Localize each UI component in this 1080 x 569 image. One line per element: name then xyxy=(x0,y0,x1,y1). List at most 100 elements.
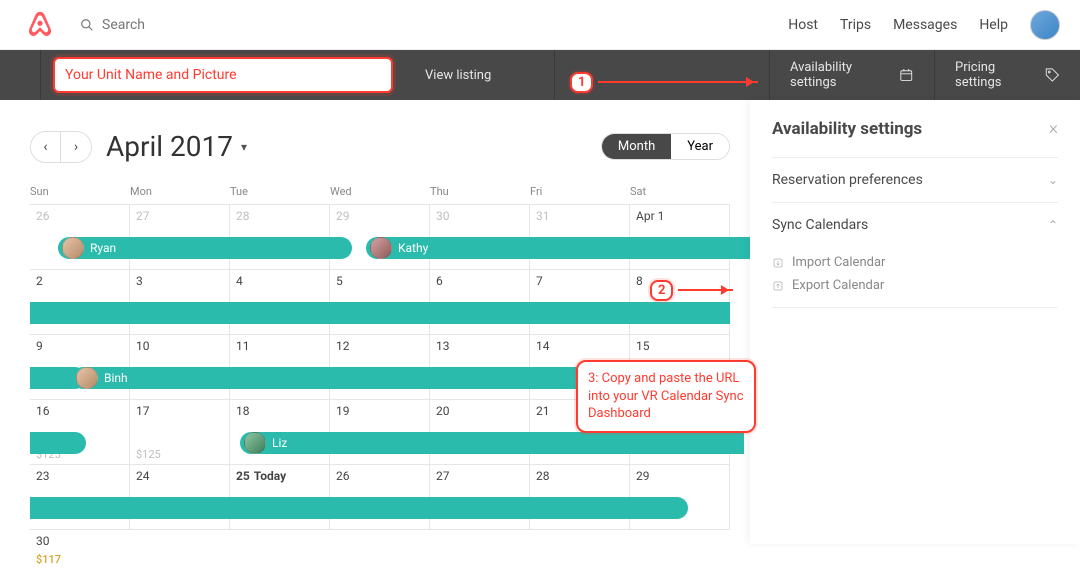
panel-header: Availability settings × xyxy=(772,118,1058,139)
calendar-day[interactable]: 17 $125 xyxy=(130,400,230,464)
reservation-bar[interactable]: Ryan xyxy=(58,237,352,259)
day-number: 4 xyxy=(236,274,243,288)
chevron-up-icon: ⌃ xyxy=(1048,218,1058,232)
toggle-month[interactable]: Month xyxy=(602,134,671,159)
next-month-button[interactable]: › xyxy=(61,132,91,162)
view-listing-label: View listing xyxy=(425,68,491,83)
availability-panel: Availability settings × Reservation pref… xyxy=(750,100,1080,544)
day-number: 16 xyxy=(36,404,50,418)
search-icon xyxy=(80,18,94,32)
day-number: 26 xyxy=(336,469,350,483)
calendar-view: ‹ › April 2017 ▾ Month Year SunMonTueWed… xyxy=(30,130,730,569)
annotation-arrow-2 xyxy=(678,289,733,291)
calendar-week: 30$117 xyxy=(30,529,730,569)
prev-month-button[interactable]: ‹ xyxy=(31,132,61,162)
guest-name: Ryan xyxy=(90,241,116,255)
day-number: 11 xyxy=(236,339,250,353)
day-number: Apr 1 xyxy=(636,209,664,223)
reservation-bar[interactable]: Liz xyxy=(240,432,744,454)
day-price: $117 xyxy=(36,553,61,566)
day-number: 31 xyxy=(536,209,550,223)
day-number: 28 xyxy=(536,469,550,483)
availability-settings-button[interactable]: Availability settings xyxy=(770,50,935,100)
day-number: 30 xyxy=(436,209,450,223)
guest-avatar xyxy=(76,367,98,389)
day-number: 25 xyxy=(236,469,286,483)
sync-calendar-items: Import Calendar Export Calendar xyxy=(772,247,1058,307)
calendar-week: 23242526272829 xyxy=(30,464,730,529)
dow-label: Tue xyxy=(230,185,330,198)
day-number: 10 xyxy=(136,339,150,353)
panel-title: Availability settings xyxy=(772,119,922,139)
nav-trips[interactable]: Trips xyxy=(840,17,871,33)
menu-button[interactable] xyxy=(0,50,41,100)
guest-name: Liz xyxy=(272,436,287,450)
day-number: 6 xyxy=(436,274,443,288)
day-number: 2 xyxy=(36,274,43,288)
guest-name: Binh xyxy=(104,371,128,385)
sync-calendars-label: Sync Calendars xyxy=(772,217,868,233)
dow-label: Wed xyxy=(330,185,430,198)
reservation-bar[interactable] xyxy=(30,302,730,324)
annotation-badge-1: 1 xyxy=(570,72,593,93)
import-calendar-button[interactable]: Import Calendar xyxy=(772,251,1058,274)
day-number: 5 xyxy=(336,274,343,288)
unit-name-placeholder: Your Unit Name and Picture xyxy=(65,67,237,83)
global-header: Search Host Trips Messages Help xyxy=(0,0,1080,50)
annotation-badge-2: 2 xyxy=(650,280,673,301)
day-number: 27 xyxy=(436,469,450,483)
day-number: 8 xyxy=(636,274,643,288)
profile-avatar[interactable] xyxy=(1030,10,1060,40)
pricing-settings-button[interactable]: Pricing settings xyxy=(935,50,1080,100)
reservation-bar[interactable] xyxy=(30,497,688,519)
export-calendar-label: Export Calendar xyxy=(792,278,884,293)
day-number: 29 xyxy=(636,469,650,483)
view-listing-button[interactable]: View listing xyxy=(405,50,555,100)
dow-label: Fri xyxy=(530,185,630,198)
reservation-bar[interactable] xyxy=(30,432,86,454)
nav-host[interactable]: Host xyxy=(788,17,818,33)
listing-toolbar: Your Unit Name and Picture View listing … xyxy=(0,50,1080,100)
availability-label: Availability settings xyxy=(790,60,891,90)
reservation-preferences-label: Reservation preferences xyxy=(772,172,923,188)
sync-calendars-row[interactable]: Sync Calendars ⌃ xyxy=(772,202,1058,247)
view-toggle: Month Year xyxy=(601,133,730,160)
day-number: 9 xyxy=(36,339,43,353)
airbnb-logo[interactable] xyxy=(20,11,60,39)
reservation-preferences-row[interactable]: Reservation preferences ⌄ xyxy=(772,157,1058,202)
nav-messages[interactable]: Messages xyxy=(893,17,957,33)
day-number: 21 xyxy=(536,404,550,418)
nav-help[interactable]: Help xyxy=(979,17,1008,33)
search-input[interactable]: Search xyxy=(80,17,145,33)
dow-label: Thu xyxy=(430,185,530,198)
toggle-year[interactable]: Year xyxy=(671,134,729,159)
annotation-box-3: 3: Copy and paste the URL into your VR C… xyxy=(576,360,756,433)
day-price: $125 xyxy=(136,448,161,461)
guest-name: Kathy xyxy=(398,241,428,255)
month-label: April 2017 xyxy=(106,130,233,163)
guest-avatar xyxy=(370,237,392,259)
day-number: 20 xyxy=(436,404,450,418)
calendar-icon xyxy=(899,67,914,83)
day-number: 17 xyxy=(136,404,150,418)
day-number: 12 xyxy=(336,339,350,353)
guest-avatar xyxy=(62,237,84,259)
day-number: 29 xyxy=(336,209,350,223)
month-picker[interactable]: April 2017 ▾ xyxy=(106,130,247,163)
day-number: 23 xyxy=(36,469,50,483)
guest-avatar xyxy=(244,432,266,454)
calendar-week: 262728293031Apr 1RyanKathy xyxy=(30,204,730,269)
day-number: 13 xyxy=(436,339,450,353)
reservation-bar[interactable]: Kathy xyxy=(366,237,786,259)
annotation-arrow-1 xyxy=(598,81,758,83)
dow-label: Sun xyxy=(30,185,130,198)
unit-name-field[interactable]: Your Unit Name and Picture xyxy=(53,57,393,93)
export-calendar-button[interactable]: Export Calendar xyxy=(772,274,1058,297)
search-placeholder: Search xyxy=(102,17,145,33)
close-icon[interactable]: × xyxy=(1049,118,1058,139)
day-number: 3 xyxy=(136,274,143,288)
export-icon xyxy=(772,280,784,292)
import-icon xyxy=(772,257,784,269)
calendar-header: ‹ › April 2017 ▾ Month Year xyxy=(30,130,730,163)
calendar-day[interactable]: 30$117 xyxy=(30,530,730,569)
